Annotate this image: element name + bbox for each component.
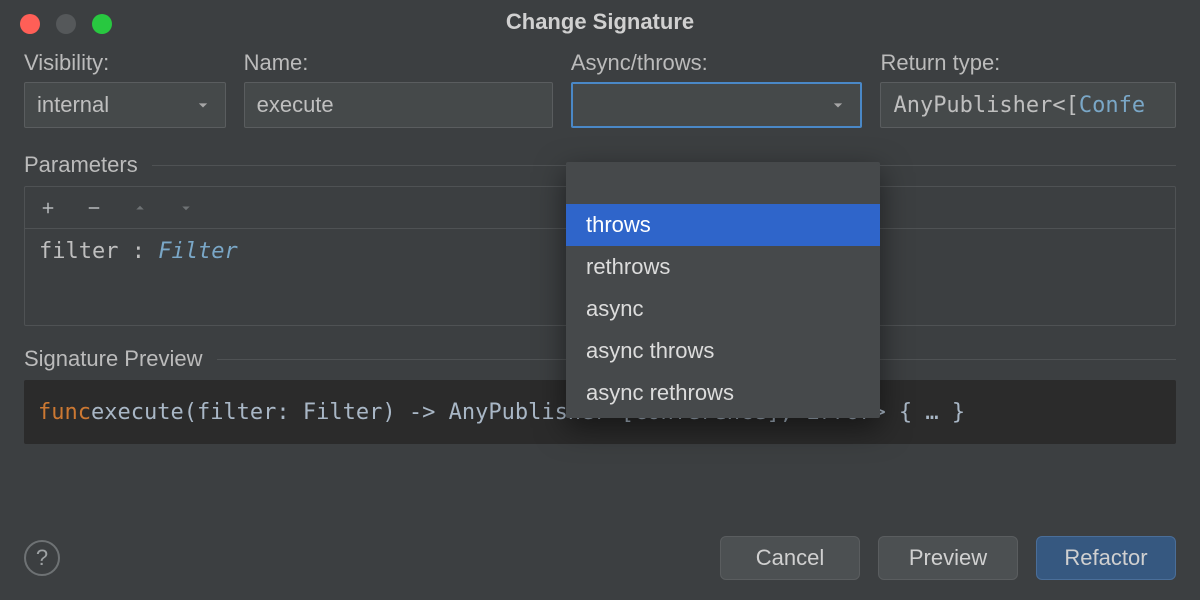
- parameter-name: filter: [39, 239, 132, 264]
- dropdown-option-rethrows[interactable]: rethrows: [566, 246, 880, 288]
- signature-fields-row: Visibility: internal Name: execute Async…: [24, 50, 1176, 128]
- keyword: func: [38, 400, 91, 425]
- dropdown-option-blank[interactable]: [566, 166, 880, 204]
- return-type-input[interactable]: AnyPublisher<[Confe: [880, 82, 1176, 128]
- add-parameter-button[interactable]: [39, 199, 57, 217]
- name-value: execute: [257, 92, 334, 118]
- cancel-button[interactable]: Cancel: [720, 536, 860, 580]
- help-button[interactable]: ?: [24, 540, 60, 576]
- move-up-button[interactable]: [131, 199, 149, 217]
- zoom-window-button[interactable]: [92, 14, 112, 34]
- dropdown-option-async-rethrows[interactable]: async rethrows: [566, 372, 880, 414]
- return-type-label: Return type:: [880, 50, 1176, 76]
- move-down-button[interactable]: [177, 199, 195, 217]
- titlebar: Change Signature: [0, 0, 1200, 44]
- window-controls: [20, 14, 112, 34]
- dialog-title: Change Signature: [506, 9, 694, 35]
- dialog-footer: ? Cancel Preview Refactor: [24, 536, 1176, 580]
- visibility-value: internal: [37, 92, 109, 118]
- minimize-window-button[interactable]: [56, 14, 76, 34]
- chevron-down-icon: [828, 95, 848, 115]
- remove-parameter-button[interactable]: [85, 199, 103, 217]
- dropdown-option-async-throws[interactable]: async throws: [566, 330, 880, 372]
- async-throws-select[interactable]: [571, 82, 863, 128]
- chevron-down-icon: [193, 95, 213, 115]
- parameters-title: Parameters: [24, 152, 138, 178]
- preview-button[interactable]: Preview: [878, 536, 1018, 580]
- visibility-select[interactable]: internal: [24, 82, 226, 128]
- parameter-type: Filter: [158, 239, 237, 264]
- close-window-button[interactable]: [20, 14, 40, 34]
- return-type-value: AnyPublisher<[Confe: [893, 93, 1145, 118]
- async-throws-dropdown[interactable]: throws rethrows async async throws async…: [566, 162, 880, 418]
- async-throws-label: Async/throws:: [571, 50, 863, 76]
- signature-preview-title: Signature Preview: [24, 346, 203, 372]
- dropdown-option-throws[interactable]: throws: [566, 204, 880, 246]
- refactor-button[interactable]: Refactor: [1036, 536, 1176, 580]
- dropdown-option-async[interactable]: async: [566, 288, 880, 330]
- name-label: Name:: [244, 50, 553, 76]
- visibility-label: Visibility:: [24, 50, 226, 76]
- name-input[interactable]: execute: [244, 82, 553, 128]
